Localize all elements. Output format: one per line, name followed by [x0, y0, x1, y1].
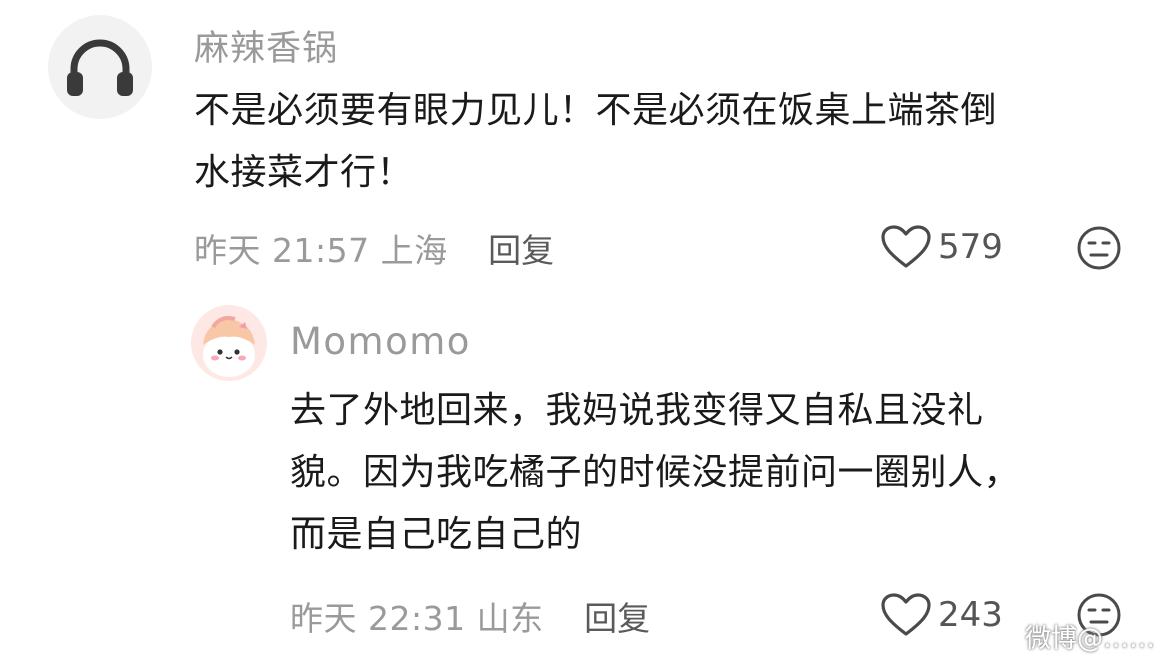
dislike-button[interactable] [1076, 225, 1122, 275]
username[interactable]: 麻辣香锅 [194, 20, 338, 71]
comment-line: 去了外地回来，我妈说我变得又自私且没礼 [290, 390, 984, 431]
comment-line: 貌。因为我吃橘子的时候没提前问一圈别人， [290, 452, 1021, 493]
like-button[interactable]: 243 [880, 592, 1003, 638]
comment-text: 去了外地回来，我妈说我变得又自私且没礼 貌。因为我吃橘子的时候没提前问一圈别人，… [290, 380, 1020, 566]
heart-icon [881, 593, 931, 636]
like-count: 579 [938, 227, 1003, 267]
like-button[interactable]: 579 [880, 224, 1003, 270]
comment-line: 不是必须要有眼力见儿！不是必须在饭桌上端茶倒 [194, 90, 998, 131]
watermark: 微博@…… [1024, 624, 1155, 654]
cute-pink-character-icon [203, 316, 255, 377]
comment-text: 不是必须要有眼力见儿！不是必须在饭桌上端茶倒 水接菜才行！ [194, 80, 997, 204]
like-count: 243 [938, 595, 1003, 635]
avatar[interactable] [191, 305, 267, 381]
heart-icon [881, 225, 931, 268]
username[interactable]: Momomo [290, 320, 471, 363]
headphones-icon [67, 39, 133, 96]
comment-thread: 麻辣香锅 不是必须要有眼力见儿！不是必须在饭桌上端茶倒 水接菜才行！ 昨天 21… [0, 0, 1169, 663]
timestamp-location: 昨天 21:57 上海 [194, 231, 448, 270]
neutral-face-icon [1077, 226, 1121, 270]
comment-meta: 昨天 21:57 上海 回复 [194, 224, 554, 272]
comment-meta: 昨天 22:31 山东 回复 [290, 592, 650, 640]
avatar[interactable] [48, 15, 152, 119]
comment-line: 水接菜才行！ [194, 152, 414, 193]
reply-button[interactable]: 回复 [584, 599, 650, 638]
timestamp-location: 昨天 22:31 山东 [290, 599, 544, 638]
comment-line: 而是自己吃自己的 [290, 514, 583, 555]
reply-button[interactable]: 回复 [488, 231, 554, 270]
